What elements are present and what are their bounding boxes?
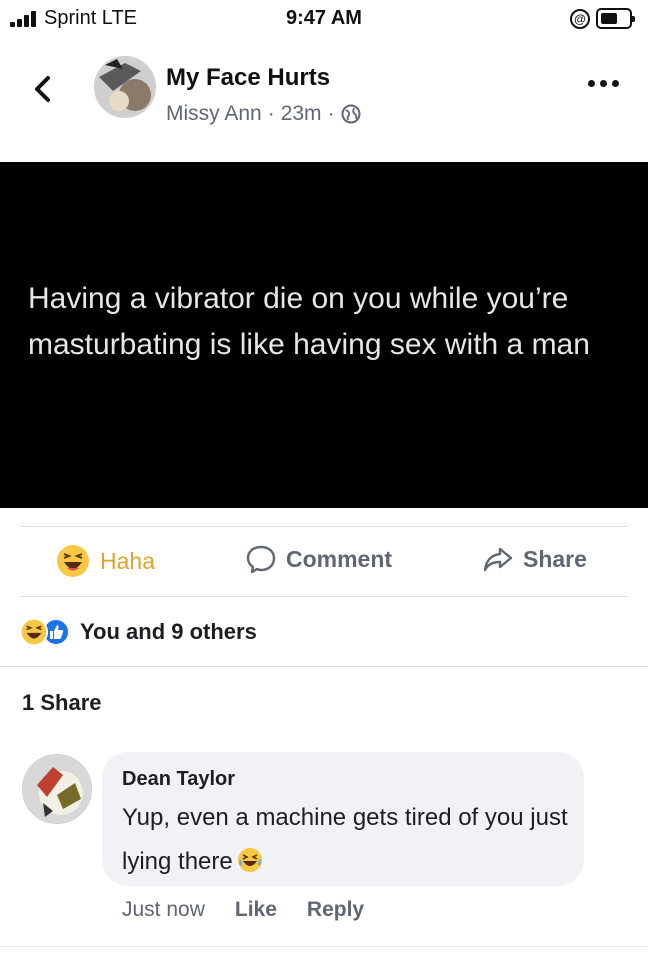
page-title[interactable]: My Face Hurts [166,64,330,92]
reactions-summary[interactable]: You and 9 others [20,616,257,648]
post-text: Having a vibrator die on you while you’r… [28,282,590,361]
divider [0,946,648,947]
comment-button[interactable]: Comment [246,544,392,574]
globe-icon [341,104,361,124]
laughing-tears-emoji-icon [237,848,262,872]
comment-time: Just now [122,898,205,921]
post-meta: Missy Ann · 23m · [166,102,361,126]
meta-separator: · [327,102,335,125]
comment-like-button[interactable]: Like [235,898,277,922]
share-label: Share [523,545,587,572]
haha-label: Haha [100,547,155,574]
share-count[interactable]: 1 Share [22,690,102,716]
haha-button[interactable]: Haha [56,544,155,578]
comment-meta: Just now Like Reply [122,898,364,922]
post-header: My Face Hurts Missy Ann · 23m · [0,44,648,144]
author-name[interactable]: Missy Ann [166,102,262,126]
status-bar: Sprint LTE 9:47 AM @ [0,0,648,38]
share-arrow-icon [483,547,513,572]
share-button[interactable]: Share [483,544,587,574]
comment-text-block: Yup, even a machine gets tired of you ju… [122,796,572,884]
comment-text: Yup, even a machine gets tired of you ju… [122,804,568,875]
comment-reply-button[interactable]: Reply [307,898,364,922]
orientation-lock-icon: @ [570,9,590,29]
comment-bubble[interactable]: Dean Taylor Yup, even a machine gets tir… [102,752,584,886]
haha-reaction-icon [20,618,48,646]
post-time[interactable]: 23m [281,102,322,126]
battery-icon [596,8,635,29]
reactions-text: You and 9 others [80,619,257,644]
chevron-left-icon[interactable] [26,72,60,106]
meta-separator: · [267,102,275,125]
divider [0,666,648,667]
haha-emoji-icon [57,545,89,577]
clock: 9:47 AM [286,7,362,29]
action-bar: Haha Comment Share [0,530,648,594]
divider [20,526,628,527]
comment-icon [246,545,276,574]
post-image[interactable]: Having a vibrator die on you while you’r… [0,162,648,508]
comment-label: Comment [286,545,393,572]
commenter-name[interactable]: Dean Taylor [122,768,235,791]
page-avatar[interactable] [94,56,156,118]
commenter-avatar[interactable] [22,754,92,824]
more-dots-icon[interactable] [588,80,624,90]
divider [20,596,628,597]
